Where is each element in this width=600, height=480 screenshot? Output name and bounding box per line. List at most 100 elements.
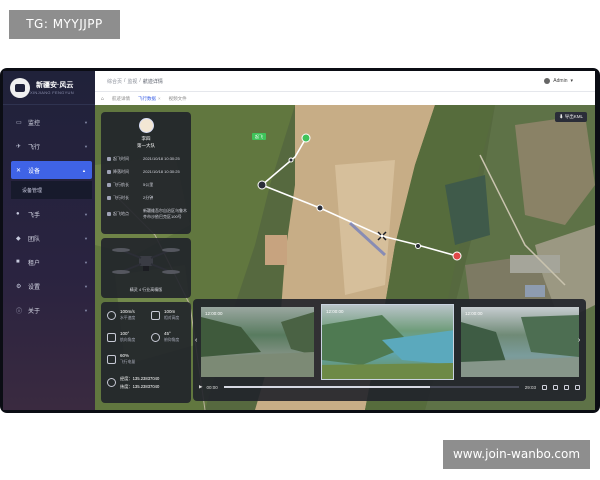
logo-icon xyxy=(10,77,30,98)
sidebar-item-label: 关于 xyxy=(28,308,41,315)
pilot-info-panel: 李四 第一大队 起飞时间 2021/10/18 10:30:25 降落时间 2021… xyxy=(101,112,191,234)
drone-image xyxy=(112,248,180,274)
chevron-left-icon[interactable]: ‹ xyxy=(195,337,197,344)
home-icon[interactable]: ⌂ xyxy=(101,96,104,102)
info-row: 起飞地点 新疆维吾尔自治区乌鲁木齐市沙依巴克区100号 xyxy=(107,208,187,220)
chevron-down-icon: ▼ xyxy=(84,119,88,125)
sidebar-item-team[interactable]: ◆ 团队 ▼ xyxy=(3,229,95,247)
export-kml-button[interactable]: ⬇ 导出KML xyxy=(554,112,587,122)
pilot-team: 第一大队 xyxy=(137,143,155,148)
chevron-down-icon: ▼ xyxy=(84,259,88,265)
sidebar-item-label: 设备 xyxy=(28,168,41,175)
current-time: 00:00 xyxy=(206,384,218,390)
waypoint-marker[interactable] xyxy=(257,180,267,190)
location-icon xyxy=(107,212,111,216)
stat-longitude: 经度：135.23837040 xyxy=(120,376,160,381)
team-icon: ◆ xyxy=(16,235,21,242)
video-panel: ‹ 12:00:00 12:00:00 12:00:00 › ▶ 00:00 2… xyxy=(193,299,586,401)
stat-battery: 60% 飞行电量 xyxy=(120,353,136,364)
play-icon[interactable]: ▶ xyxy=(199,384,202,390)
user-icon xyxy=(544,78,551,84)
avatar xyxy=(139,118,154,133)
waypoint-marker[interactable] xyxy=(415,243,421,249)
sidebar-menu: ▭ 监控 ▼ ✈ 飞行 ▼ ✕ 设备 ▲ 设备管理 ● 飞手 ▼ ◆ 团队 ▼ ■ 租户 ▼ ⚙ 设置 ▼ … xyxy=(3,105,95,319)
waypoint-marker[interactable] xyxy=(288,157,294,163)
user-icon: ● xyxy=(16,211,20,217)
fullscreen-icon[interactable] xyxy=(575,384,580,390)
plane-icon: ✈ xyxy=(16,143,22,150)
chevron-down-icon: ▼ xyxy=(84,235,88,241)
start-point-marker[interactable] xyxy=(301,133,311,143)
user-name: Admin xyxy=(553,78,568,84)
video-controls: ▶ 00:00 29:03 xyxy=(199,382,580,392)
tab-video-files[interactable]: 视频文件 xyxy=(169,96,187,102)
video-progress-fill xyxy=(223,386,431,388)
chevron-right-icon[interactable]: › xyxy=(578,337,580,344)
info-row: 飞行航长 5公里 xyxy=(107,182,187,188)
sidebar-item-monitor[interactable]: ▭ 监控 ▼ xyxy=(3,113,95,131)
satellite-map[interactable]: 起飞 ⬇ 导出KML 李四 第一大队 起飞时间 2021/10/18 10:30:… xyxy=(95,105,595,410)
watermark-top-left: TG: MYYJJPP xyxy=(9,10,120,39)
info-row: 降落时间 2021/10/18 10:30:25 xyxy=(107,169,187,175)
stat-pitch: 45° 俯仰角度 xyxy=(164,331,180,342)
total-time: 29:03 xyxy=(524,384,536,390)
breadcrumb-item[interactable]: 监视 xyxy=(127,78,137,85)
sidebar-item-label: 租户 xyxy=(28,260,41,267)
stat-speed: 100m/s 水平速度 xyxy=(120,309,136,320)
sidebar-item-pilot[interactable]: ● 飞手 ▼ xyxy=(3,205,95,223)
end-point-marker[interactable] xyxy=(452,251,462,261)
video-time: 12:00:00 xyxy=(326,309,344,314)
chevron-down-icon: ▼ xyxy=(84,283,88,289)
sidebar-item-settings[interactable]: ⚙ 设置 ▼ xyxy=(3,277,95,295)
pilot-name: 李四 xyxy=(141,136,151,141)
info-row: 飞行时长 2分钟 xyxy=(107,195,187,201)
sidebar-item-label: 飞行 xyxy=(28,144,41,151)
sidebar-item-device[interactable]: ✕ 设备 ▲ xyxy=(11,161,92,179)
header: 综合页 / 监视 / 航迹详情 Admin ▾ xyxy=(95,71,595,92)
stat-altitude: 100m 相对高度 xyxy=(164,309,180,320)
sidebar-item-label: 设备管理 xyxy=(22,187,43,194)
brand: 新疆安·风云 XINJIANG FENGYUN xyxy=(3,71,95,105)
video-thumbnail-active[interactable]: 12:00:00 xyxy=(321,304,454,380)
stat-heading: 100° 航向角度 xyxy=(120,331,136,342)
clock-icon xyxy=(107,170,111,174)
pitch-icon xyxy=(151,333,160,342)
sidebar-item-label: 设置 xyxy=(28,284,41,291)
video-thumbnail[interactable]: 12:00:00 xyxy=(461,307,579,377)
chevron-down-icon: ▼ xyxy=(84,211,88,217)
gear-icon: ⚙ xyxy=(16,283,22,290)
sidebar-item-device-management[interactable]: 设备管理 xyxy=(11,181,92,199)
volume-icon[interactable] xyxy=(553,384,558,390)
drone-panel: 精灵 4 行业高精版 xyxy=(101,238,191,298)
sidebar-item-tenant[interactable]: ■ 租户 ▼ xyxy=(3,253,95,271)
stat-latitude: 纬度：135.23837040 xyxy=(120,384,160,389)
close-icon[interactable]: × xyxy=(158,96,161,101)
watermark-bottom-right: www.join-wanbo.com xyxy=(443,440,590,469)
breadcrumb-item[interactable]: 综合页 xyxy=(107,78,122,85)
waypoint-marker[interactable] xyxy=(316,204,324,212)
sidebar-item-flight[interactable]: ✈ 飞行 ▼ xyxy=(3,137,95,155)
sidebar-item-label: 监控 xyxy=(28,120,41,127)
chevron-down-icon: ▼ xyxy=(84,307,88,313)
drone-name: 精灵 4 行业高精版 xyxy=(129,287,163,292)
monitor-icon: ▭ xyxy=(16,119,22,126)
heading-icon xyxy=(107,333,116,342)
tab-flight-data[interactable]: 飞行数据 × xyxy=(138,96,161,102)
battery-icon xyxy=(107,355,116,364)
sidebar-item-label: 飞手 xyxy=(28,212,41,219)
user-menu[interactable]: Admin ▾ xyxy=(544,78,573,84)
waypoint-label: 起飞 xyxy=(255,134,263,139)
video-thumbnail[interactable]: 12:00:00 xyxy=(201,307,314,377)
sidebar-item-about[interactable]: ⓘ 关于 ▼ xyxy=(3,301,95,319)
clock-icon xyxy=(107,157,111,161)
device-icon: ✕ xyxy=(16,167,22,174)
settings-icon[interactable] xyxy=(564,384,569,390)
brand-title: 新疆安·风云 xyxy=(36,81,74,89)
tab-track-detail[interactable]: 航迹详情 xyxy=(112,96,130,102)
download-icon[interactable] xyxy=(542,384,547,390)
sidebar: 新疆安·风云 XINJIANG FENGYUN ▭ 监控 ▼ ✈ 飞行 ▼ ✕ 设备 ▲ 设… xyxy=(3,71,95,410)
brand-subtitle: XINJIANG FENGYUN xyxy=(30,89,74,95)
video-progress-bar[interactable] xyxy=(223,386,519,388)
timer-icon xyxy=(107,196,111,200)
video-time: 12:00:00 xyxy=(205,311,223,316)
